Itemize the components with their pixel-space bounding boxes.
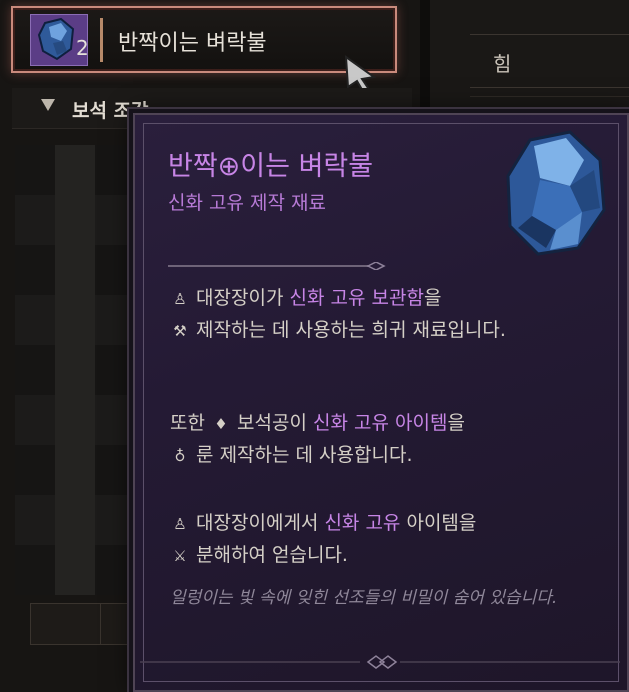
- action-text: 제작: [196, 319, 232, 341]
- text: 하는 데 사용합니다.: [254, 444, 413, 466]
- text: 이: [289, 412, 314, 434]
- tooltip-title: 반짝⊕이는 벼락불: [168, 151, 374, 182]
- highlight-text: 신화 고유 아이템: [313, 412, 448, 434]
- action-text: 분해: [196, 544, 232, 566]
- slot-divider: [100, 18, 103, 62]
- triangle-down-icon: [41, 99, 55, 111]
- gem-icon: [506, 130, 606, 256]
- anvil-icon: ♙: [173, 515, 187, 533]
- rune-icon: ♁: [174, 447, 186, 465]
- item-name: 반짝이는 벼락불: [118, 31, 267, 56]
- anvil-icon: ♙: [173, 290, 187, 308]
- grid-cell[interactable]: [55, 195, 95, 245]
- grid-cell[interactable]: [95, 295, 135, 345]
- description-2: 또한 ♦ 보석공이 신화 고유 아이템을 ♁ 룬 제작하는 데 사용합니다.: [170, 408, 600, 472]
- grid-cell[interactable]: [95, 445, 135, 495]
- inventory-grid: [15, 145, 135, 595]
- stat-label: 힘: [493, 52, 512, 76]
- separator: [168, 262, 386, 270]
- description-3: ♙ 대장장이에게서 신화 고유 아이템을 ⚔ 분해하여 얻습니다.: [170, 508, 600, 572]
- grid-cell[interactable]: [95, 395, 135, 445]
- grid-cell[interactable]: [55, 345, 95, 395]
- action-text: 룬 제작: [196, 444, 255, 466]
- grid-cell[interactable]: [95, 195, 135, 245]
- text: 가: [265, 287, 290, 309]
- grid-cell[interactable]: [55, 395, 95, 445]
- bottom-slot[interactable]: [30, 603, 102, 645]
- grid-cell[interactable]: [15, 195, 55, 245]
- npc-name: 대장장이: [196, 287, 266, 309]
- grid-cell[interactable]: [15, 295, 55, 345]
- grid-cell[interactable]: [15, 445, 55, 495]
- grid-cell[interactable]: [15, 145, 55, 195]
- text: 아이템을: [400, 512, 477, 534]
- grid-cell[interactable]: [15, 345, 55, 395]
- npc-name: 보석공: [237, 412, 290, 434]
- text: 또한: [170, 412, 211, 434]
- grid-cell[interactable]: [95, 145, 135, 195]
- text: 하여 얻습니다.: [231, 544, 348, 566]
- tooltip-subtitle: 신화 고유 제작 재료: [168, 192, 326, 214]
- highlight-text: 신화 고유: [324, 512, 401, 534]
- grid-cell[interactable]: [55, 445, 95, 495]
- text: 을: [447, 412, 465, 434]
- diamond-icon: ♦: [214, 415, 228, 433]
- grid-cell[interactable]: [95, 345, 135, 395]
- grid-cell[interactable]: [95, 545, 135, 595]
- grid-cell[interactable]: [55, 495, 95, 545]
- highlight-text: 신화 고유 보관함: [289, 287, 424, 309]
- grid-cell[interactable]: [15, 495, 55, 545]
- text: 을: [423, 287, 442, 309]
- text: 에게서: [265, 512, 325, 534]
- flavor-text: 일렁이는 빛 속에 잊힌 선조들의 비밀이 숨어 있습니다.: [170, 588, 558, 608]
- pick-icon: ⚔: [173, 547, 187, 565]
- grid-cell[interactable]: [55, 545, 95, 595]
- grid-cell[interactable]: [55, 145, 95, 195]
- item-count: 2: [76, 36, 89, 60]
- description-1: ♙ 대장장이가 신화 고유 보관함을 ⚒ 제작하는 데 사용하는 희귀 재료입니…: [170, 283, 600, 347]
- hammer-icon: ⚒: [173, 322, 187, 340]
- text: 하는 데 사용하는 희귀 재료입니다.: [231, 319, 506, 341]
- grid-cell[interactable]: [95, 495, 135, 545]
- grid-cell[interactable]: [15, 545, 55, 595]
- grid-cell[interactable]: [55, 245, 95, 295]
- grid-cell[interactable]: [95, 245, 135, 295]
- bottom-separator: [140, 655, 620, 669]
- grid-cell[interactable]: [15, 395, 55, 445]
- grid-cell[interactable]: [55, 295, 95, 345]
- npc-name: 대장장이: [196, 512, 266, 534]
- grid-cell[interactable]: [15, 245, 55, 295]
